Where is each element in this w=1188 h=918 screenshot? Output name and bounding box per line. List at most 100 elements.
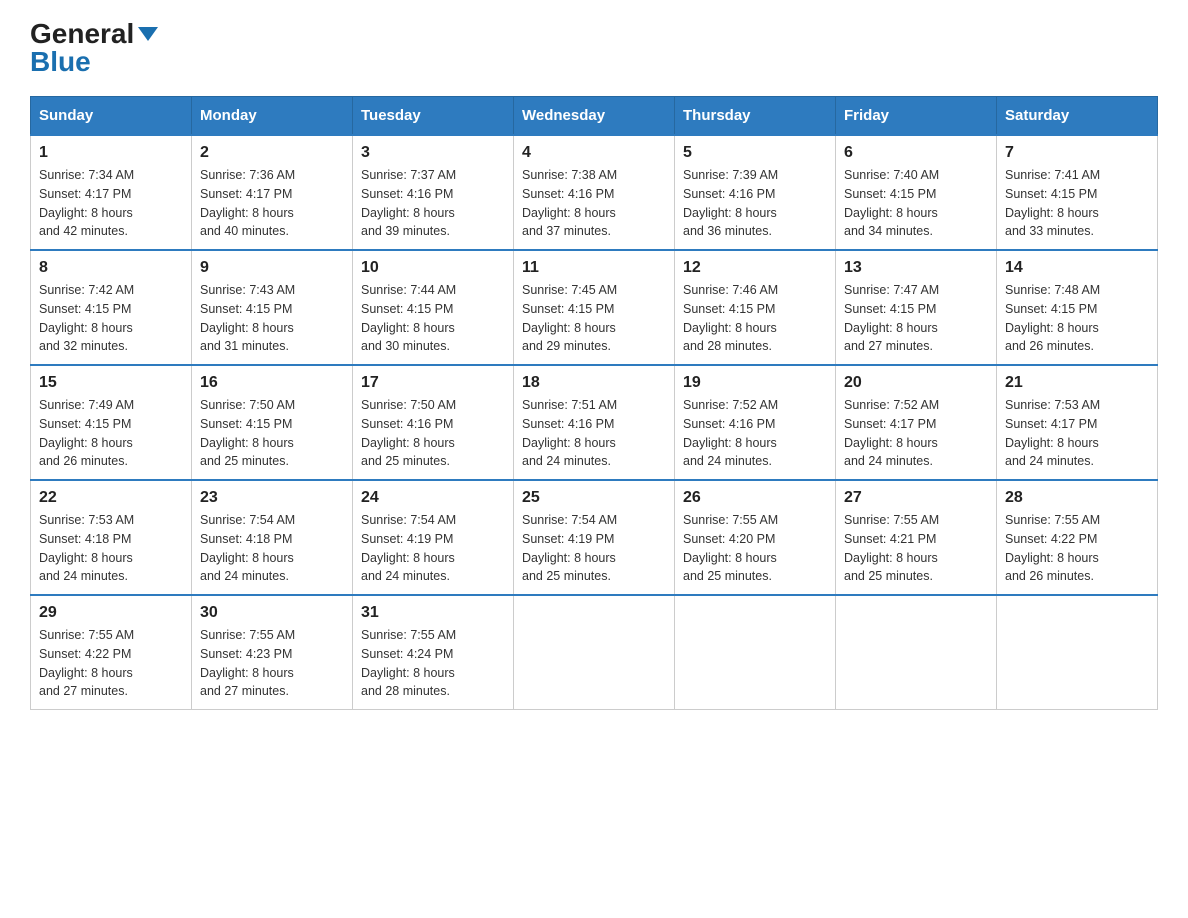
week-row-1: 1 Sunrise: 7:34 AMSunset: 4:17 PMDaylight… bbox=[31, 135, 1158, 250]
day-cell: 2 Sunrise: 7:36 AMSunset: 4:17 PMDaylight… bbox=[192, 135, 353, 250]
day-cell: 12 Sunrise: 7:46 AMSunset: 4:15 PMDayligh… bbox=[675, 250, 836, 365]
day-cell: 10 Sunrise: 7:44 AMSunset: 4:15 PMDayligh… bbox=[353, 250, 514, 365]
day-info: Sunrise: 7:49 AMSunset: 4:15 PMDaylight:… bbox=[39, 396, 183, 471]
logo: General Blue bbox=[30, 20, 158, 76]
day-cell: 23 Sunrise: 7:54 AMSunset: 4:18 PMDayligh… bbox=[192, 480, 353, 595]
day-info: Sunrise: 7:55 AMSunset: 4:21 PMDaylight:… bbox=[844, 511, 988, 586]
day-number: 5 bbox=[683, 144, 827, 162]
day-number: 28 bbox=[1005, 489, 1149, 507]
day-cell: 17 Sunrise: 7:50 AMSunset: 4:16 PMDayligh… bbox=[353, 365, 514, 480]
day-number: 13 bbox=[844, 259, 988, 277]
day-cell: 18 Sunrise: 7:51 AMSunset: 4:16 PMDayligh… bbox=[514, 365, 675, 480]
day-info: Sunrise: 7:53 AMSunset: 4:17 PMDaylight:… bbox=[1005, 396, 1149, 471]
day-number: 10 bbox=[361, 259, 505, 277]
day-cell: 3 Sunrise: 7:37 AMSunset: 4:16 PMDaylight… bbox=[353, 135, 514, 250]
day-number: 27 bbox=[844, 489, 988, 507]
day-info: Sunrise: 7:43 AMSunset: 4:15 PMDaylight:… bbox=[200, 281, 344, 356]
day-info: Sunrise: 7:55 AMSunset: 4:22 PMDaylight:… bbox=[39, 626, 183, 701]
calendar-table: SundayMondayTuesdayWednesdayThursdayFrid… bbox=[30, 96, 1158, 710]
day-number: 11 bbox=[522, 259, 666, 277]
day-cell: 8 Sunrise: 7:42 AMSunset: 4:15 PMDaylight… bbox=[31, 250, 192, 365]
day-number: 12 bbox=[683, 259, 827, 277]
day-cell: 16 Sunrise: 7:50 AMSunset: 4:15 PMDayligh… bbox=[192, 365, 353, 480]
day-number: 3 bbox=[361, 144, 505, 162]
day-number: 31 bbox=[361, 604, 505, 622]
week-row-5: 29 Sunrise: 7:55 AMSunset: 4:22 PMDayligh… bbox=[31, 595, 1158, 710]
day-cell: 11 Sunrise: 7:45 AMSunset: 4:15 PMDayligh… bbox=[514, 250, 675, 365]
day-info: Sunrise: 7:38 AMSunset: 4:16 PMDaylight:… bbox=[522, 166, 666, 241]
day-info: Sunrise: 7:55 AMSunset: 4:22 PMDaylight:… bbox=[1005, 511, 1149, 586]
day-cell bbox=[997, 595, 1158, 710]
day-cell: 4 Sunrise: 7:38 AMSunset: 4:16 PMDaylight… bbox=[514, 135, 675, 250]
weekday-header-wednesday: Wednesday bbox=[514, 97, 675, 136]
day-info: Sunrise: 7:37 AMSunset: 4:16 PMDaylight:… bbox=[361, 166, 505, 241]
week-row-3: 15 Sunrise: 7:49 AMSunset: 4:15 PMDayligh… bbox=[31, 365, 1158, 480]
day-info: Sunrise: 7:51 AMSunset: 4:16 PMDaylight:… bbox=[522, 396, 666, 471]
weekday-header-thursday: Thursday bbox=[675, 97, 836, 136]
day-cell: 6Sunrise: 7:40 AMSunset: 4:15 PMDaylight… bbox=[836, 135, 997, 250]
day-number: 7 bbox=[1005, 144, 1149, 162]
week-row-4: 22 Sunrise: 7:53 AMSunset: 4:18 PMDayligh… bbox=[31, 480, 1158, 595]
day-cell: 24Sunrise: 7:54 AMSunset: 4:19 PMDayligh… bbox=[353, 480, 514, 595]
day-info: Sunrise: 7:50 AMSunset: 4:15 PMDaylight:… bbox=[200, 396, 344, 471]
day-cell bbox=[675, 595, 836, 710]
day-info: Sunrise: 7:55 AMSunset: 4:23 PMDaylight:… bbox=[200, 626, 344, 701]
day-cell: 9Sunrise: 7:43 AMSunset: 4:15 PMDaylight… bbox=[192, 250, 353, 365]
day-number: 23 bbox=[200, 489, 344, 507]
day-cell: 14Sunrise: 7:48 AMSunset: 4:15 PMDayligh… bbox=[997, 250, 1158, 365]
day-cell: 30 Sunrise: 7:55 AMSunset: 4:23 PMDayligh… bbox=[192, 595, 353, 710]
day-info: Sunrise: 7:41 AMSunset: 4:15 PMDaylight:… bbox=[1005, 166, 1149, 241]
day-cell: 1 Sunrise: 7:34 AMSunset: 4:17 PMDaylight… bbox=[31, 135, 192, 250]
day-number: 18 bbox=[522, 374, 666, 392]
day-info: Sunrise: 7:42 AMSunset: 4:15 PMDaylight:… bbox=[39, 281, 183, 356]
day-number: 2 bbox=[200, 144, 344, 162]
day-cell: 28 Sunrise: 7:55 AMSunset: 4:22 PMDayligh… bbox=[997, 480, 1158, 595]
day-info: Sunrise: 7:54 AMSunset: 4:18 PMDaylight:… bbox=[200, 511, 344, 586]
day-cell bbox=[836, 595, 997, 710]
day-number: 22 bbox=[39, 489, 183, 507]
day-cell: 7 Sunrise: 7:41 AMSunset: 4:15 PMDaylight… bbox=[997, 135, 1158, 250]
day-info: Sunrise: 7:45 AMSunset: 4:15 PMDaylight:… bbox=[522, 281, 666, 356]
logo-blue-text: Blue bbox=[30, 48, 91, 76]
day-info: Sunrise: 7:53 AMSunset: 4:18 PMDaylight:… bbox=[39, 511, 183, 586]
day-number: 21 bbox=[1005, 374, 1149, 392]
day-number: 20 bbox=[844, 374, 988, 392]
week-row-2: 8 Sunrise: 7:42 AMSunset: 4:15 PMDaylight… bbox=[31, 250, 1158, 365]
day-cell: 27 Sunrise: 7:55 AMSunset: 4:21 PMDayligh… bbox=[836, 480, 997, 595]
day-info: Sunrise: 7:39 AMSunset: 4:16 PMDaylight:… bbox=[683, 166, 827, 241]
day-cell: 29 Sunrise: 7:55 AMSunset: 4:22 PMDayligh… bbox=[31, 595, 192, 710]
day-number: 17 bbox=[361, 374, 505, 392]
day-cell: 26Sunrise: 7:55 AMSunset: 4:20 PMDayligh… bbox=[675, 480, 836, 595]
day-info: Sunrise: 7:50 AMSunset: 4:16 PMDaylight:… bbox=[361, 396, 505, 471]
day-number: 8 bbox=[39, 259, 183, 277]
day-info: Sunrise: 7:54 AMSunset: 4:19 PMDaylight:… bbox=[522, 511, 666, 586]
day-info: Sunrise: 7:52 AMSunset: 4:17 PMDaylight:… bbox=[844, 396, 988, 471]
day-number: 25 bbox=[522, 489, 666, 507]
day-number: 6 bbox=[844, 144, 988, 162]
day-number: 24 bbox=[361, 489, 505, 507]
day-number: 15 bbox=[39, 374, 183, 392]
day-number: 1 bbox=[39, 144, 183, 162]
day-number: 16 bbox=[200, 374, 344, 392]
day-info: Sunrise: 7:55 AMSunset: 4:24 PMDaylight:… bbox=[361, 626, 505, 701]
day-cell: 22 Sunrise: 7:53 AMSunset: 4:18 PMDayligh… bbox=[31, 480, 192, 595]
day-cell: 15 Sunrise: 7:49 AMSunset: 4:15 PMDayligh… bbox=[31, 365, 192, 480]
day-info: Sunrise: 7:36 AMSunset: 4:17 PMDaylight:… bbox=[200, 166, 344, 241]
day-cell: 21 Sunrise: 7:53 AMSunset: 4:17 PMDayligh… bbox=[997, 365, 1158, 480]
day-number: 29 bbox=[39, 604, 183, 622]
day-number: 26 bbox=[683, 489, 827, 507]
day-number: 19 bbox=[683, 374, 827, 392]
day-info: Sunrise: 7:44 AMSunset: 4:15 PMDaylight:… bbox=[361, 281, 505, 356]
day-cell: 31 Sunrise: 7:55 AMSunset: 4:24 PMDayligh… bbox=[353, 595, 514, 710]
day-number: 30 bbox=[200, 604, 344, 622]
day-cell: 19Sunrise: 7:52 AMSunset: 4:16 PMDayligh… bbox=[675, 365, 836, 480]
day-number: 14 bbox=[1005, 259, 1149, 277]
day-info: Sunrise: 7:34 AMSunset: 4:17 PMDaylight:… bbox=[39, 166, 183, 241]
day-info: Sunrise: 7:47 AMSunset: 4:15 PMDaylight:… bbox=[844, 281, 988, 356]
page-header: General Blue bbox=[30, 20, 1158, 76]
day-info: Sunrise: 7:46 AMSunset: 4:15 PMDaylight:… bbox=[683, 281, 827, 356]
day-number: 4 bbox=[522, 144, 666, 162]
weekday-header-monday: Monday bbox=[192, 97, 353, 136]
logo-general-text: General bbox=[30, 20, 134, 48]
logo-triangle-icon bbox=[138, 27, 158, 41]
